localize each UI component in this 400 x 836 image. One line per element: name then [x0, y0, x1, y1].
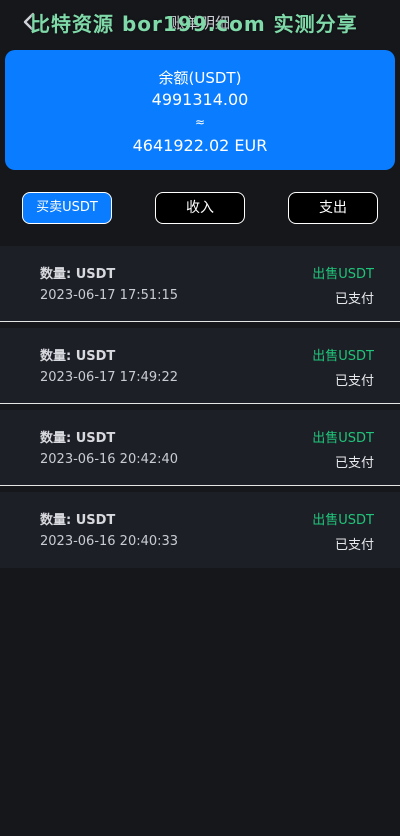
record-type: 出售USDT [312, 349, 374, 364]
list-item[interactable]: 数量: USDT 2023-06-17 17:51:15 出售USDT 已支付 [0, 246, 400, 322]
tab-expense[interactable]: 支出 [288, 192, 378, 224]
list-item[interactable]: 数量: USDT 2023-06-16 20:40:33 出售USDT 已支付 [0, 492, 400, 568]
balance-label: 余额(USDT) [158, 69, 242, 87]
header: 账单明细 比特资源 bor199.com 实测分享 [0, 0, 400, 44]
record-status: 已支付 [334, 292, 374, 307]
record-type: 出售USDT [312, 513, 374, 528]
list-item[interactable]: 数量: USDT 2023-06-16 20:42:40 出售USDT 已支付 [0, 410, 400, 486]
tab-bar: 买卖USDT 收入 支出 [0, 192, 400, 224]
record-status: 已支付 [334, 538, 374, 553]
watermark: 比特资源 bor199.com 实测分享 [30, 12, 358, 36]
record-quantity: 数量: USDT [40, 267, 116, 282]
balance-converted: 4641922.02 EUR [132, 136, 268, 155]
tab-buy-sell-usdt[interactable]: 买卖USDT [22, 192, 112, 224]
list-item[interactable]: 数量: USDT 2023-06-17 17:49:22 出售USDT 已支付 [0, 328, 400, 404]
tab-income[interactable]: 收入 [155, 192, 245, 224]
record-type: 出售USDT [312, 431, 374, 446]
balance-amount: 4991314.00 [151, 90, 249, 109]
record-time: 2023-06-16 20:40:33 [40, 534, 179, 549]
record-time: 2023-06-16 20:42:40 [40, 452, 179, 467]
record-time: 2023-06-17 17:49:22 [40, 370, 179, 385]
record-status: 已支付 [334, 374, 374, 389]
record-time: 2023-06-17 17:51:15 [40, 288, 179, 303]
record-type: 出售USDT [312, 267, 374, 282]
approx-sign: ≈ [194, 115, 206, 129]
record-quantity: 数量: USDT [40, 431, 116, 446]
record-status: 已支付 [334, 456, 374, 471]
record-quantity: 数量: USDT [40, 513, 116, 528]
balance-card: 余额(USDT) 4991314.00 ≈ 4641922.02 EUR [5, 50, 395, 170]
record-quantity: 数量: USDT [40, 349, 116, 364]
record-list: 数量: USDT 2023-06-17 17:51:15 出售USDT 已支付 … [0, 246, 400, 574]
